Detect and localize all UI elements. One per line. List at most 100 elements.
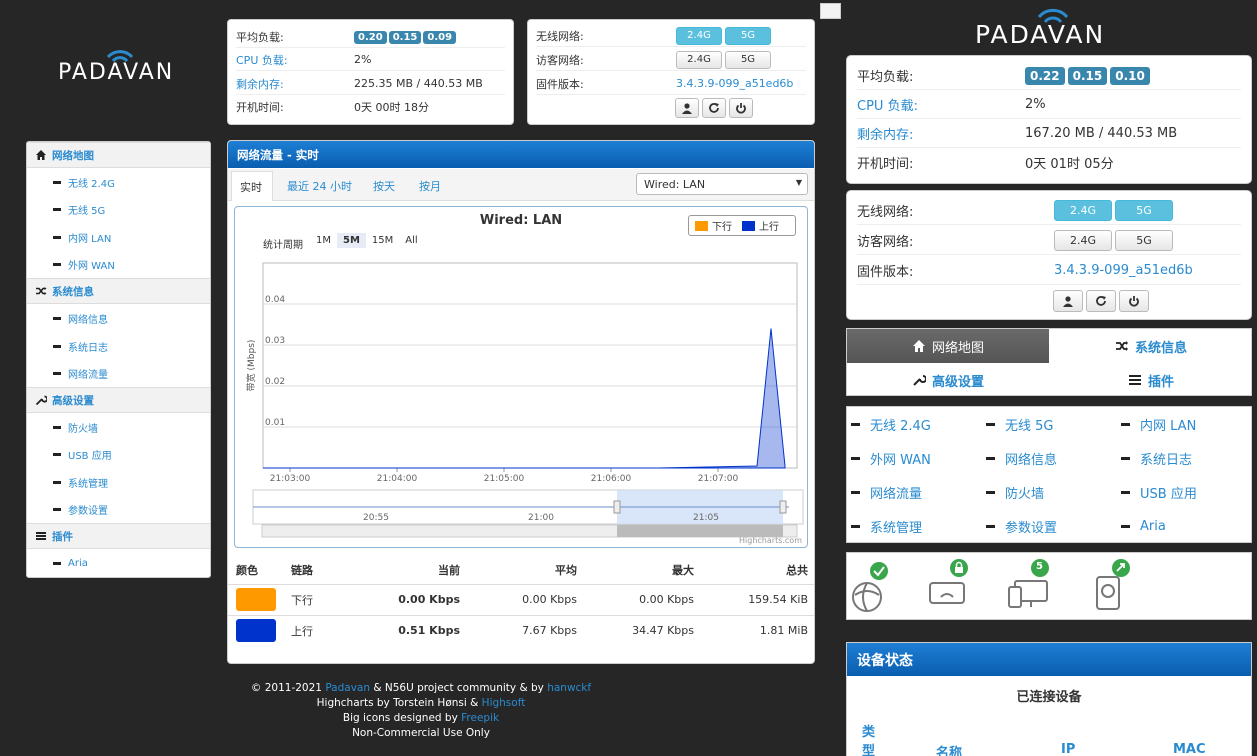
uptime-label: 开机时间: [857, 156, 914, 172]
menu-plugins[interactable]: 插件 [1049, 363, 1253, 397]
mobile-link[interactable]: 系统管理 [851, 515, 922, 537]
traffic-table: 颜色 链路 当前 平均 最大 总共 下行 0.00 Kbps 0.00 Kbps… [228, 556, 814, 646]
wifi-label: 无线网络: [857, 205, 914, 220]
sidebar-item[interactable]: Aria [27, 550, 210, 577]
firmware-version-link[interactable]: 3.4.3.9-099_a51ed6b [676, 77, 793, 90]
reboot-button[interactable] [702, 98, 726, 118]
wifi-24g-button[interactable]: 2.4G [676, 26, 722, 45]
dash-icon [986, 524, 995, 528]
wifi-24g-button[interactable]: 2.4G [1054, 200, 1112, 221]
nav-section-advanced-settings[interactable]: 高级设置 [27, 387, 210, 414]
mobile-link[interactable]: 防火墙 [986, 481, 1044, 503]
mobile-link[interactable]: 网络信息 [986, 447, 1057, 469]
chevron-down-icon: ▼ [795, 178, 802, 187]
hanwckf-link[interactable]: hanwckf [547, 682, 591, 694]
shutdown-button[interactable] [1119, 290, 1149, 312]
freepik-link[interactable]: Freepik [461, 712, 499, 724]
load-5min: 0.15 [388, 30, 422, 44]
reboot-button[interactable] [1086, 290, 1116, 312]
menu-network-map[interactable]: 网络地图 [847, 329, 1049, 363]
navigator-tick-label: 21:05 [693, 513, 719, 523]
highsoft-link[interactable]: Highsoft [482, 697, 526, 709]
sidebar-item[interactable]: 防火墙 [27, 414, 210, 441]
dash-icon [53, 235, 61, 239]
dash-icon [53, 181, 61, 184]
dash-icon [53, 480, 61, 484]
dash-icon [53, 453, 61, 457]
mobile-link[interactable]: 参数设置 [986, 515, 1057, 537]
wifi-5g-button[interactable]: 5G [1115, 200, 1173, 221]
mobile-link[interactable]: 系统日志 [1121, 447, 1192, 469]
wireless-status-icon[interactable] [927, 557, 969, 611]
mobile-link[interactable]: 内网 LAN [1121, 413, 1196, 435]
free-memory-link[interactable]: 剩余内存: [236, 76, 354, 92]
padavan-link[interactable]: Padavan [325, 682, 370, 694]
dash-icon [53, 562, 61, 566]
dash-icon [851, 422, 860, 426]
status-panel-right: 平均负载: 0.22 0.15 0.10 CPU 负载: 2% 剩余内存: 167.… [846, 55, 1252, 184]
traffic-header: 网络流量 - 实时 [228, 141, 814, 168]
tab-24h[interactable]: 最近 24 小时 [287, 178, 352, 194]
firmware-label: 固件版本: [536, 77, 584, 91]
menu-advanced[interactable]: 高级设置 [847, 363, 1049, 397]
free-memory-link[interactable]: 剩余内存: [857, 124, 1025, 143]
menu-system-info[interactable]: 系统信息 [1049, 329, 1253, 363]
firmware-version-link[interactable]: 3.4.3.9-099_a51ed6b [1054, 263, 1193, 278]
guest-5g-button[interactable]: 5G [725, 50, 771, 69]
sidebar-item[interactable]: 无线 5G [27, 196, 210, 223]
user-icon [1063, 296, 1073, 307]
col-mac[interactable]: MAC [1173, 742, 1206, 756]
navigator-handle-left [613, 500, 621, 514]
sidebar-item[interactable]: 参数设置 [27, 496, 210, 523]
mobile-link[interactable]: USB 应用 [1121, 481, 1197, 503]
mobile-link[interactable]: 网络流量 [851, 481, 922, 503]
mobile-link[interactable]: 外网 WAN [851, 447, 931, 469]
nav-section-system-info[interactable]: 系统信息 [27, 278, 210, 305]
interface-select[interactable]: Wired: LAN ▼ [636, 173, 808, 195]
refresh-icon [709, 103, 719, 113]
load-label: 平均负载: [857, 70, 914, 85]
logout-button[interactable] [675, 98, 699, 118]
sidebar-item[interactable]: USB 应用 [27, 441, 210, 468]
wifi-5g-button[interactable]: 5G [725, 26, 771, 45]
shuffle-icon [1115, 341, 1128, 351]
table-row: 下行 0.00 Kbps 0.00 Kbps 0.00 Kbps 159.54 … [228, 584, 814, 615]
shutdown-button[interactable] [729, 98, 753, 118]
mobile-link[interactable]: 无线 5G [986, 413, 1053, 435]
link-cell: 下行 [291, 593, 313, 607]
col-current: 当前 [438, 563, 460, 577]
col-ip[interactable]: IP [1061, 742, 1075, 756]
guest-24g-button[interactable]: 2.4G [676, 50, 722, 69]
sidebar-item[interactable]: 网络流量 [27, 360, 210, 387]
table-row: 上行 0.51 Kbps 7.67 Kbps 34.47 Kbps 1.81 M… [228, 615, 814, 646]
tab-realtime[interactable]: 实时 [231, 171, 273, 201]
nav-section-network-map[interactable]: 网络地图 [27, 142, 210, 168]
guest-label: 访客网络: [536, 53, 584, 67]
usb-status-icon[interactable] [1091, 557, 1131, 613]
power-icon [1129, 296, 1139, 307]
sidebar-item[interactable]: 无线 2.4G [27, 169, 210, 196]
chart-credit[interactable]: Highcharts.com [739, 536, 802, 545]
tab-monthly[interactable]: 按月 [419, 178, 441, 194]
sidebar-item[interactable]: 外网 WAN [27, 251, 210, 278]
internet-status-icon[interactable] [849, 561, 889, 613]
mobile-link[interactable]: Aria [1121, 515, 1166, 537]
nav-section-plugins[interactable]: 插件 [27, 523, 210, 550]
cpu-load-link[interactable]: CPU 负载: [236, 52, 354, 68]
cpu-load-link[interactable]: CPU 负载: [857, 95, 1025, 114]
load-15min: 0.10 [1110, 66, 1150, 85]
clients-status-icon[interactable]: 5 [1007, 557, 1053, 613]
logout-button[interactable] [1053, 290, 1083, 312]
guest-24g-button[interactable]: 2.4G [1054, 230, 1112, 251]
mobile-link[interactable]: 无线 2.4G [851, 413, 931, 435]
guest-5g-button[interactable]: 5G [1115, 230, 1173, 251]
dash-icon [851, 490, 860, 494]
sidebar-item[interactable]: 系统管理 [27, 469, 210, 496]
col-name[interactable]: 名称 [936, 742, 962, 756]
sidebar-item[interactable]: 内网 LAN [27, 224, 210, 251]
avg-cell: 0.00 Kbps [522, 593, 577, 606]
sidebar-item[interactable]: 网络信息 [27, 305, 210, 332]
dash-icon [1121, 490, 1130, 494]
tab-daily[interactable]: 按天 [373, 178, 395, 194]
sidebar-item[interactable]: 系统日志 [27, 333, 210, 360]
